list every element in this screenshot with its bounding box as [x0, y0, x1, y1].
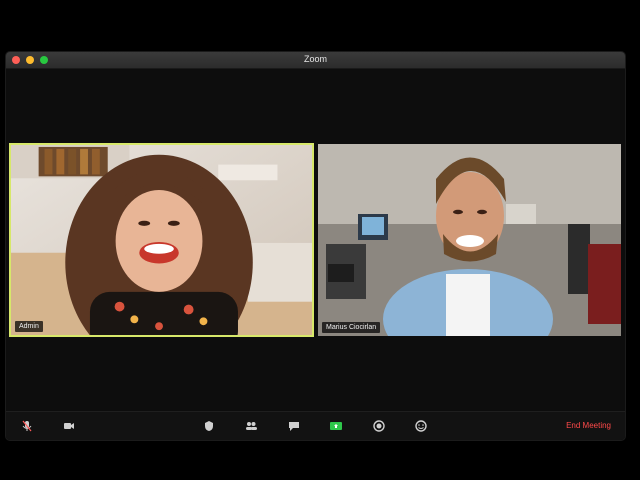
reactions-button[interactable] [412, 418, 430, 434]
video-icon [64, 423, 74, 429]
chat-icon [289, 422, 299, 431]
security-button[interactable] [200, 418, 218, 434]
record-button[interactable] [370, 418, 388, 434]
participant-video-marius [318, 144, 621, 336]
zoom-window: Zoom Admin Marius Ciocirlan End Meeting [6, 52, 625, 440]
video-tile-admin[interactable]: Admin [9, 143, 314, 337]
share-screen-button[interactable] [327, 418, 345, 434]
title-bar: Zoom [6, 52, 625, 69]
participants-button[interactable] [242, 418, 260, 434]
participant-video-admin [11, 145, 312, 335]
mute-button[interactable] [18, 418, 36, 434]
record-icon [373, 420, 385, 432]
meeting-toolbar: End Meeting [6, 411, 625, 440]
participant-name-admin: Admin [15, 321, 43, 332]
security-icon [205, 421, 213, 431]
window-title: Zoom [303, 54, 327, 64]
reactions-icon [415, 420, 427, 432]
end-meeting-button[interactable]: End Meeting [566, 421, 611, 430]
participants-icon [246, 422, 257, 430]
share-screen-icon [330, 422, 342, 430]
chat-button[interactable] [285, 418, 303, 434]
mic-muted-icon [22, 420, 32, 432]
participant-name-marius: Marius Ciocirlan [322, 322, 381, 333]
video-tile-marius[interactable]: Marius Ciocirlan [318, 144, 621, 336]
video-button[interactable] [60, 418, 78, 434]
